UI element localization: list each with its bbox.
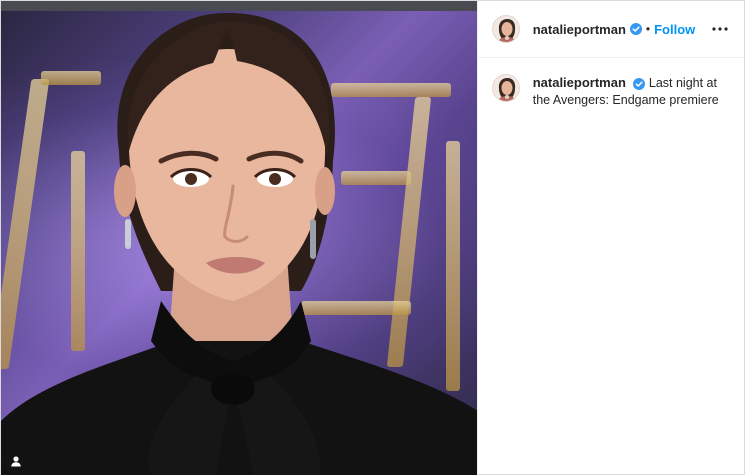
caption: natalieportman Last night at the Avenger…: [478, 58, 744, 125]
avatar-image: [492, 16, 519, 42]
user-tag-badge[interactable]: [5, 450, 27, 472]
post-header: natalieportman • Follow: [477, 1, 744, 58]
verified-badge-icon: [633, 77, 646, 90]
instagram-post: natalieportman • Follow natalieportman L…: [0, 0, 745, 475]
avatar[interactable]: [491, 15, 520, 43]
person-illustration: [1, 12, 477, 475]
header-separator: •: [645, 22, 651, 36]
post-photo[interactable]: [1, 1, 477, 475]
avatar-image: [492, 75, 519, 101]
verified-badge-icon: [629, 23, 642, 35]
more-options-button[interactable]: [708, 17, 732, 41]
more-horizontal-icon: [712, 27, 728, 31]
user-tag-icon: [11, 456, 21, 467]
header-username[interactable]: natalieportman: [533, 22, 626, 37]
caption-avatar[interactable]: [491, 74, 520, 102]
caption-username[interactable]: natalieportman: [533, 75, 626, 90]
follow-button[interactable]: Follow: [654, 22, 695, 37]
caption-body: natalieportman Last night at the Avenger…: [533, 74, 730, 109]
post-side-panel: natalieportman • Follow natalieportman L…: [476, 1, 744, 475]
